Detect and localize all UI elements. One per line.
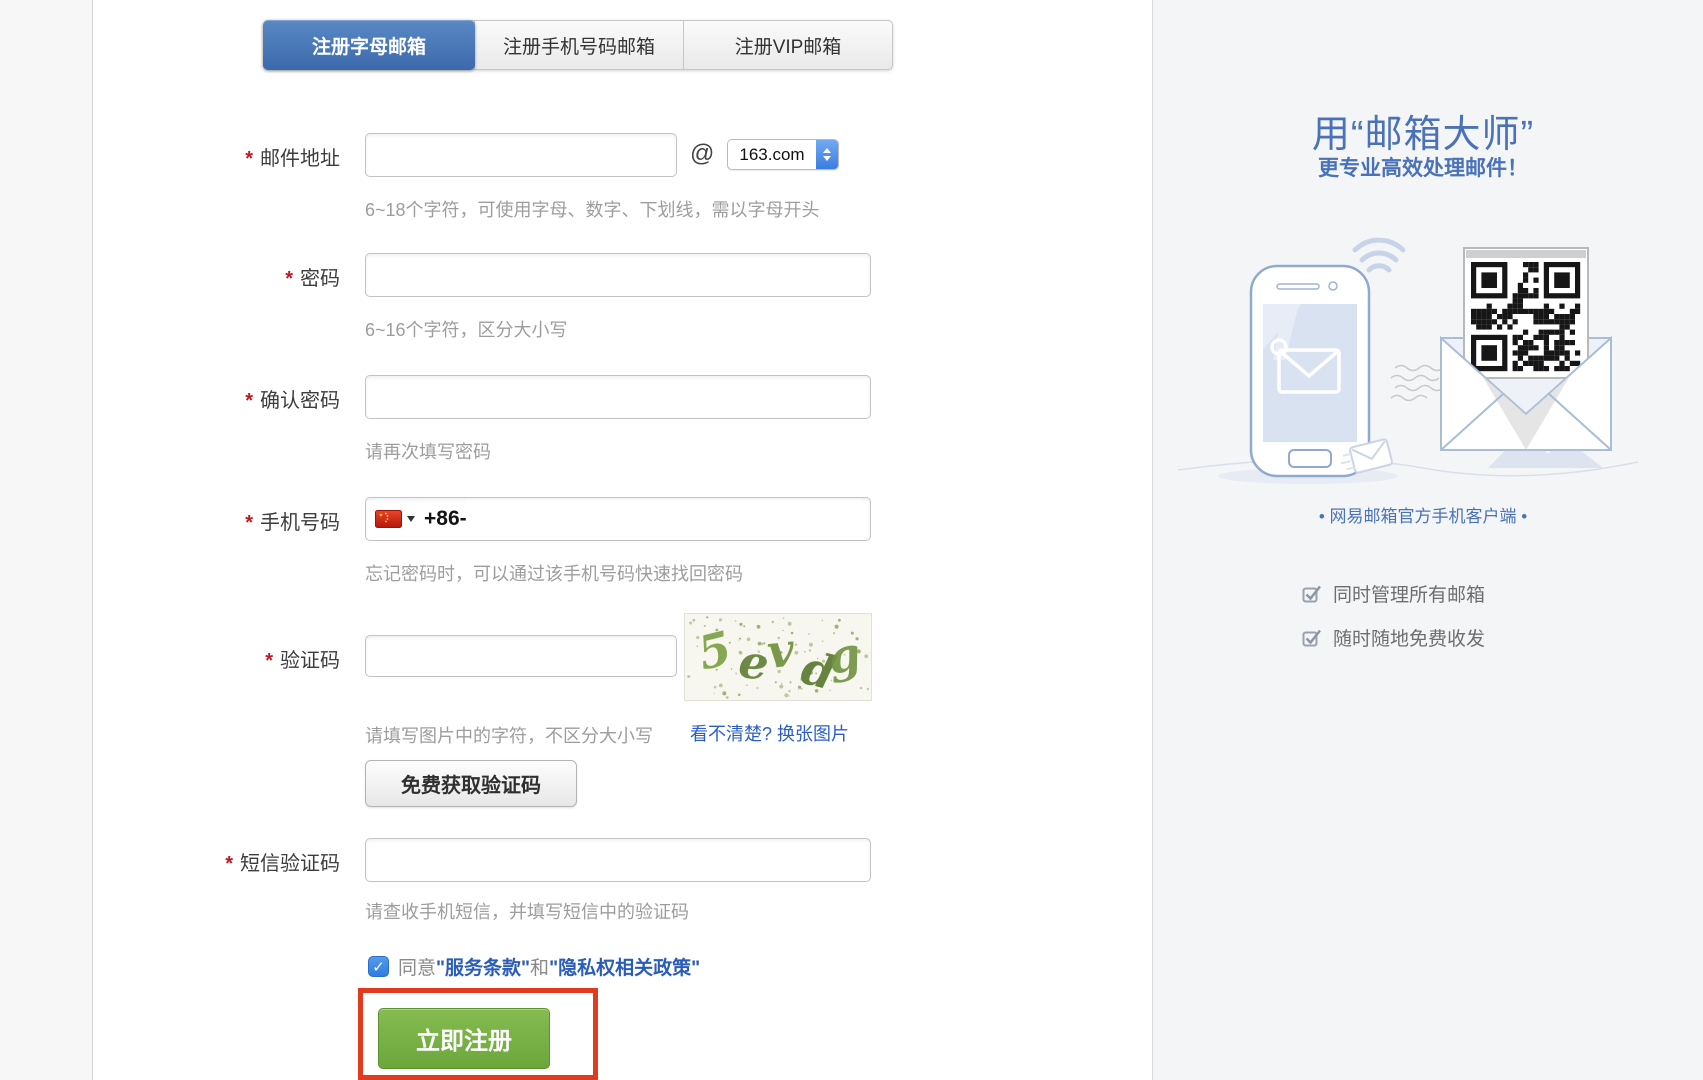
chevron-down-icon: [407, 516, 415, 522]
captcha-hint: 请填写图片中的字符，不区分大小写: [365, 722, 653, 748]
sms-code-hint: 请查收手机短信，并填写短信中的验证码: [365, 898, 689, 924]
feature-item: 同时管理所有邮箱: [1301, 580, 1485, 607]
password-input[interactable]: [365, 253, 871, 297]
check-icon: ✓: [372, 958, 385, 976]
feature-text: 同时管理所有邮箱: [1333, 580, 1485, 607]
promo-title: 用“邮箱大师”: [1153, 103, 1693, 158]
required-asterisk: *: [245, 512, 253, 534]
tab-letter-mailbox[interactable]: 注册字母邮箱: [263, 20, 475, 70]
tab-vip-mailbox[interactable]: 注册VIP邮箱: [683, 21, 892, 69]
get-captcha-code-button[interactable]: 免费获取验证码: [365, 760, 577, 807]
sms-code-input[interactable]: [365, 838, 871, 882]
svg-text:5: 5: [693, 621, 737, 681]
domain-select[interactable]: 163.com: [727, 139, 839, 170]
required-asterisk: *: [225, 853, 233, 875]
feature-list: 同时管理所有邮箱 随时随地免费收发: [1301, 580, 1485, 651]
feature-item: 随时随地免费收发: [1301, 624, 1485, 651]
agree-row: ✓ 同意"服务条款"和"隐私权相关政策": [368, 953, 700, 980]
email-hint: 6~18个字符，可使用字母、数字、下划线，需以字母开头: [365, 196, 820, 222]
sms-code-label: *短信验证码: [90, 847, 340, 876]
confirm-password-hint: 请再次填写密码: [365, 438, 491, 464]
official-client-caption: • 网易邮箱官方手机客户端 •: [1153, 502, 1693, 527]
confirm-password-input[interactable]: [365, 375, 871, 419]
captcha-image[interactable]: 5evdg: [684, 613, 872, 701]
svg-text:v: v: [765, 622, 798, 679]
register-now-button[interactable]: 立即注册: [378, 1008, 550, 1069]
phone-qr-illustration: [1173, 218, 1643, 503]
email-label: *邮件地址: [90, 142, 340, 171]
china-flag-icon: [375, 510, 402, 528]
privacy-link[interactable]: "隐私权相关政策": [549, 953, 700, 980]
confirm-password-label: *确认密码: [90, 384, 340, 413]
tab-mobile-number-mailbox[interactable]: 注册手机号码邮箱: [474, 21, 683, 69]
left-gutter: [0, 0, 93, 1080]
feature-check-icon: [1301, 583, 1323, 605]
terms-link[interactable]: "服务条款": [436, 953, 530, 980]
email-input[interactable]: [365, 133, 677, 177]
required-asterisk: *: [245, 148, 253, 170]
mobile-input-group: +86-: [365, 497, 871, 541]
agree-checkbox[interactable]: ✓: [368, 956, 389, 977]
phone-prefix: +86-: [424, 507, 467, 531]
captcha-refresh-link[interactable]: 看不清楚? 换张图片: [690, 720, 849, 746]
feature-check-icon: [1301, 627, 1323, 649]
promo-sidebar: 用“邮箱大师” 更专业高效处理邮件！: [1152, 0, 1703, 1080]
mobile-label: *手机号码: [90, 506, 340, 535]
password-label: *密码: [90, 262, 340, 291]
required-asterisk: *: [285, 268, 293, 290]
agree-conjunction: 和: [530, 953, 549, 980]
register-tab-bar: 注册字母邮箱 注册手机号码邮箱 注册VIP邮箱: [263, 20, 893, 70]
at-sign: @: [690, 140, 714, 168]
promo-subtitle: 更专业高效处理邮件！: [1153, 152, 1693, 182]
mobile-hint: 忘记密码时，可以通过该手机号码快速找回密码: [365, 560, 743, 586]
captcha-input[interactable]: [365, 635, 677, 677]
required-asterisk: *: [245, 390, 253, 412]
password-hint: 6~16个字符，区分大小写: [365, 316, 568, 342]
mobile-input[interactable]: [467, 500, 861, 538]
required-asterisk: *: [265, 650, 273, 672]
country-code-dropdown[interactable]: [375, 510, 415, 528]
captcha-label: *验证码: [90, 644, 340, 673]
select-stepper-icon: [816, 140, 838, 169]
feature-text: 随时随地免费收发: [1333, 624, 1485, 651]
agree-prefix: 同意: [398, 953, 436, 980]
registration-page: 注册字母邮箱 注册手机号码邮箱 注册VIP邮箱 *邮件地址 @ 163.com …: [0, 0, 1703, 1080]
domain-select-value: 163.com: [728, 145, 816, 165]
